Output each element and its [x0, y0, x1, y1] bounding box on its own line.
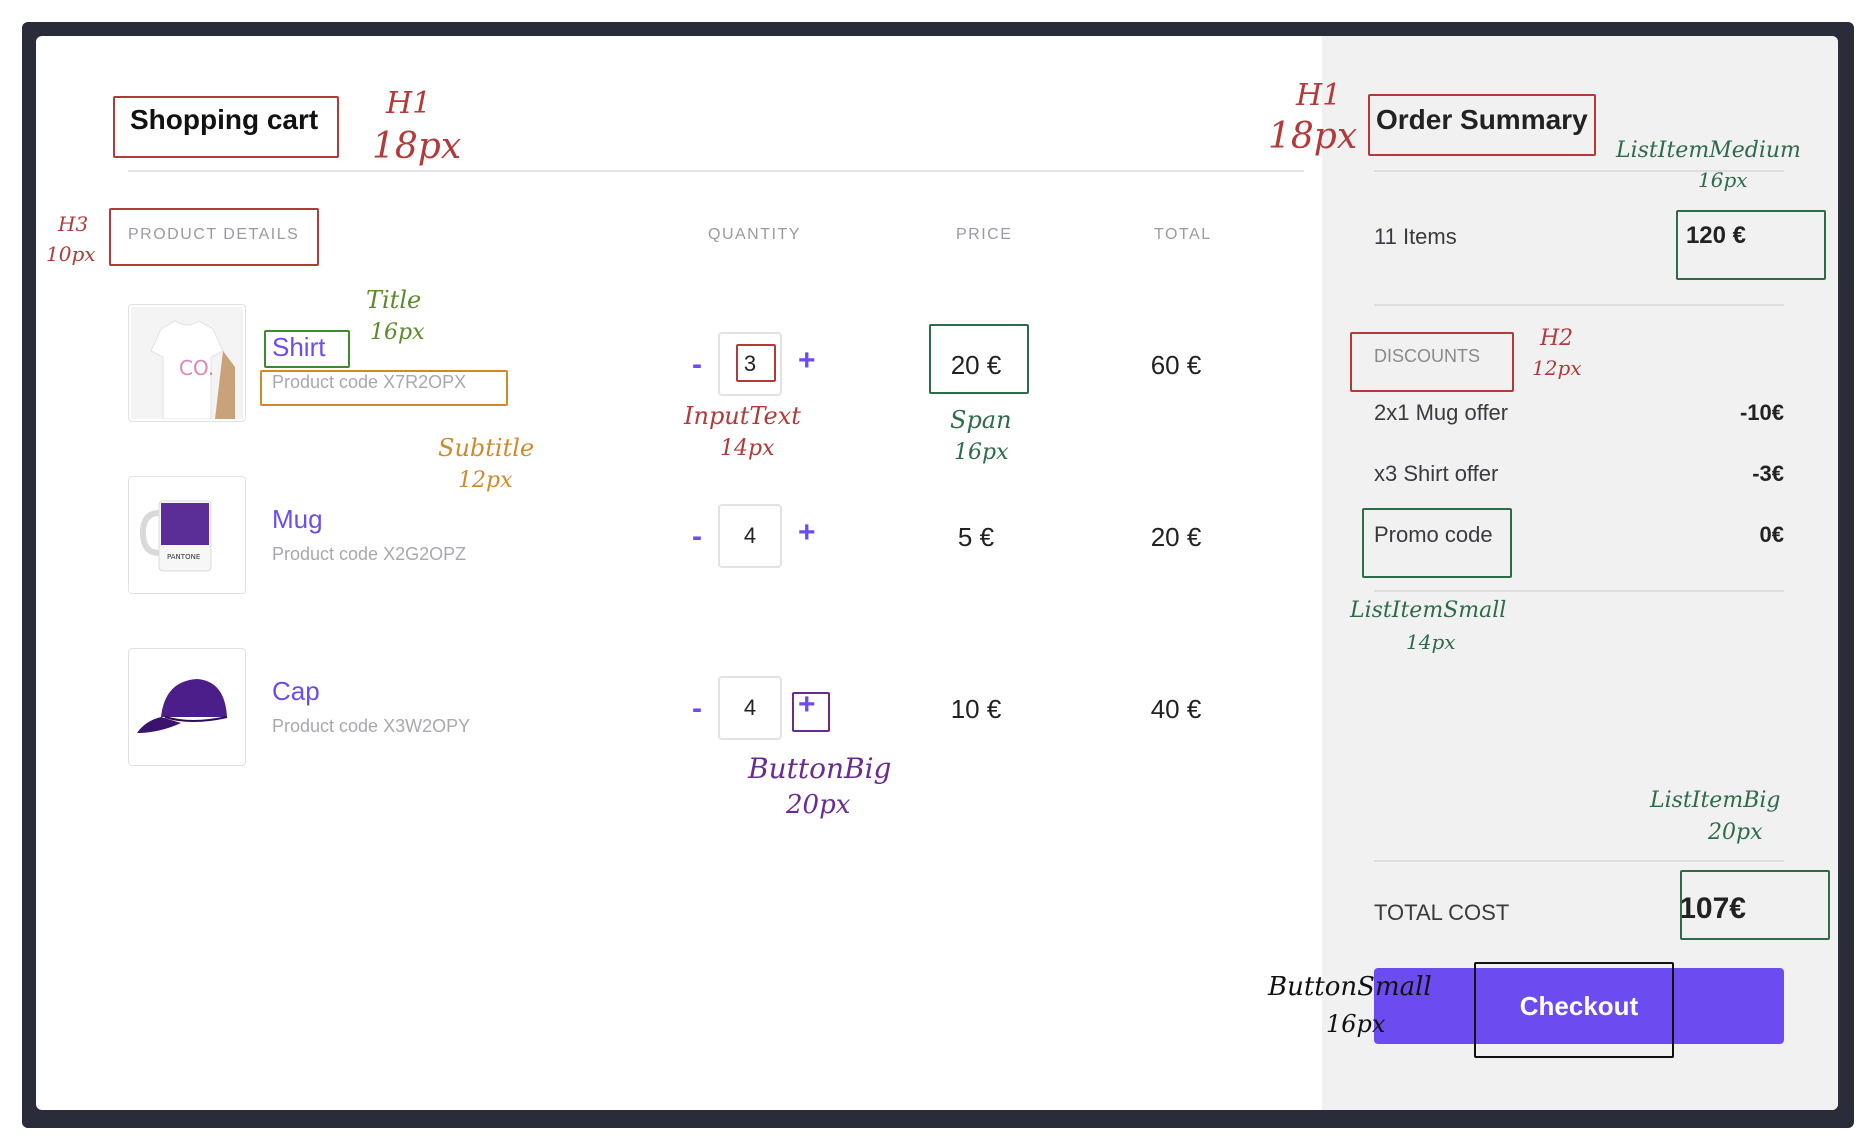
annotation-h2: H2 — [1540, 326, 1574, 351]
unit-price: 10 € — [950, 694, 1002, 724]
summary-divider — [1374, 860, 1784, 862]
product-thumbnail[interactable] — [128, 648, 246, 766]
annotation-title: Title — [366, 286, 422, 314]
increase-quantity-button[interactable]: + — [798, 346, 816, 376]
annotation-h2-size: 12px — [1532, 356, 1582, 380]
column-header-total: TOTAL — [1154, 226, 1212, 243]
cart-header-divider — [128, 170, 1304, 172]
total-cost-label: TOTAL COST — [1374, 900, 1510, 925]
annotation-buttonbig-size: 20px — [786, 790, 851, 820]
discount-label: 2x1 Mug offer — [1374, 400, 1509, 425]
annotation-buttonsmall: ButtonSmall — [1268, 972, 1432, 1002]
product-title[interactable]: Mug — [272, 504, 323, 535]
annotation-box-title — [264, 330, 350, 368]
summary-divider — [1374, 304, 1784, 306]
product-code: Product code X2G2OPZ — [272, 544, 467, 564]
annotation-h3: H3 — [58, 212, 89, 236]
annotation-box-inputtext — [736, 344, 776, 382]
summary-divider — [1374, 590, 1784, 592]
annotation-box-subtitle — [260, 370, 508, 406]
product-thumbnail[interactable]: PANTONE — [128, 476, 246, 594]
annotation-inputtext: InputText — [684, 402, 801, 430]
svg-text:PANTONE: PANTONE — [167, 553, 200, 561]
mug-image: PANTONE — [139, 500, 212, 572]
product-thumbnail[interactable]: CO. — [128, 304, 246, 422]
decrease-quantity-button[interactable]: - — [692, 522, 702, 552]
annotation-box-h1-cart — [113, 96, 339, 158]
annotation-box-buttonsmall — [1474, 962, 1674, 1058]
annotation-listitembig: ListItemBig — [1650, 788, 1781, 813]
line-total: 60 € — [1150, 350, 1202, 380]
shirt-image: CO. — [131, 307, 243, 419]
product-title[interactable]: Cap — [272, 676, 320, 707]
annotation-title-size: 16px — [370, 320, 425, 345]
column-header-quantity: QUANTITY — [708, 226, 801, 243]
annotation-listitemmedium: ListItemMedium — [1616, 138, 1801, 163]
annotation-span: Span — [950, 406, 1012, 434]
annotation-span-size: 16px — [954, 440, 1009, 465]
decrease-quantity-button[interactable]: - — [692, 694, 702, 724]
annotation-listitemsmall: ListItemSmall — [1350, 598, 1507, 623]
annotation-h3-size: 10px — [46, 242, 96, 266]
discount-value: 0€ — [1759, 522, 1784, 547]
annotation-box-listitembig — [1680, 870, 1830, 940]
annotation-listitembig-size: 20px — [1708, 820, 1763, 845]
unit-price: 5 € — [957, 522, 995, 552]
annotation-h1-cart-size: 18px — [372, 126, 462, 167]
line-total: 20 € — [1150, 522, 1202, 552]
annotation-box-h1-summary — [1368, 94, 1596, 156]
svg-text:CO.: CO. — [179, 356, 214, 380]
cart-card: Shopping cart PRODUCT DETAILS QUANTITY P… — [36, 36, 1838, 1110]
items-count: 11 Items — [1374, 224, 1457, 249]
cap-image — [137, 679, 228, 733]
annotation-box-h3 — [109, 208, 319, 266]
annotation-box-listitemmedium — [1676, 210, 1826, 280]
quantity-input[interactable] — [718, 504, 782, 568]
annotation-buttonsmall-size: 16px — [1326, 1010, 1386, 1038]
annotation-buttonbig: ButtonBig — [748, 752, 892, 785]
annotation-h1-summary-size: 18px — [1268, 116, 1358, 157]
annotation-listitemmedium-size: 16px — [1698, 168, 1748, 192]
annotation-inputtext-size: 14px — [720, 436, 775, 461]
discount-value: -3€ — [1752, 461, 1784, 486]
decrease-quantity-button[interactable]: - — [692, 350, 702, 380]
quantity-input[interactable] — [718, 676, 782, 740]
annotation-h1-summary: H1 — [1296, 78, 1342, 113]
annotation-box-h2 — [1350, 332, 1514, 392]
annotation-box-span — [929, 324, 1029, 394]
line-total: 40 € — [1150, 694, 1202, 724]
product-code: Product code X3W2OPY — [272, 716, 471, 736]
column-header-price: PRICE — [956, 226, 1013, 243]
annotation-listitemsmall-size: 14px — [1406, 630, 1456, 654]
discount-value: -10€ — [1739, 400, 1784, 425]
annotation-box-buttonbig — [792, 692, 830, 732]
annotation-subtitle: Subtitle — [438, 434, 535, 462]
increase-quantity-button[interactable]: + — [798, 518, 816, 548]
annotation-subtitle-size: 12px — [458, 468, 513, 493]
annotation-box-listitemsmall — [1362, 508, 1512, 578]
annotation-h1-cart: H1 — [386, 86, 432, 121]
discount-label: x3 Shirt offer — [1374, 461, 1499, 486]
